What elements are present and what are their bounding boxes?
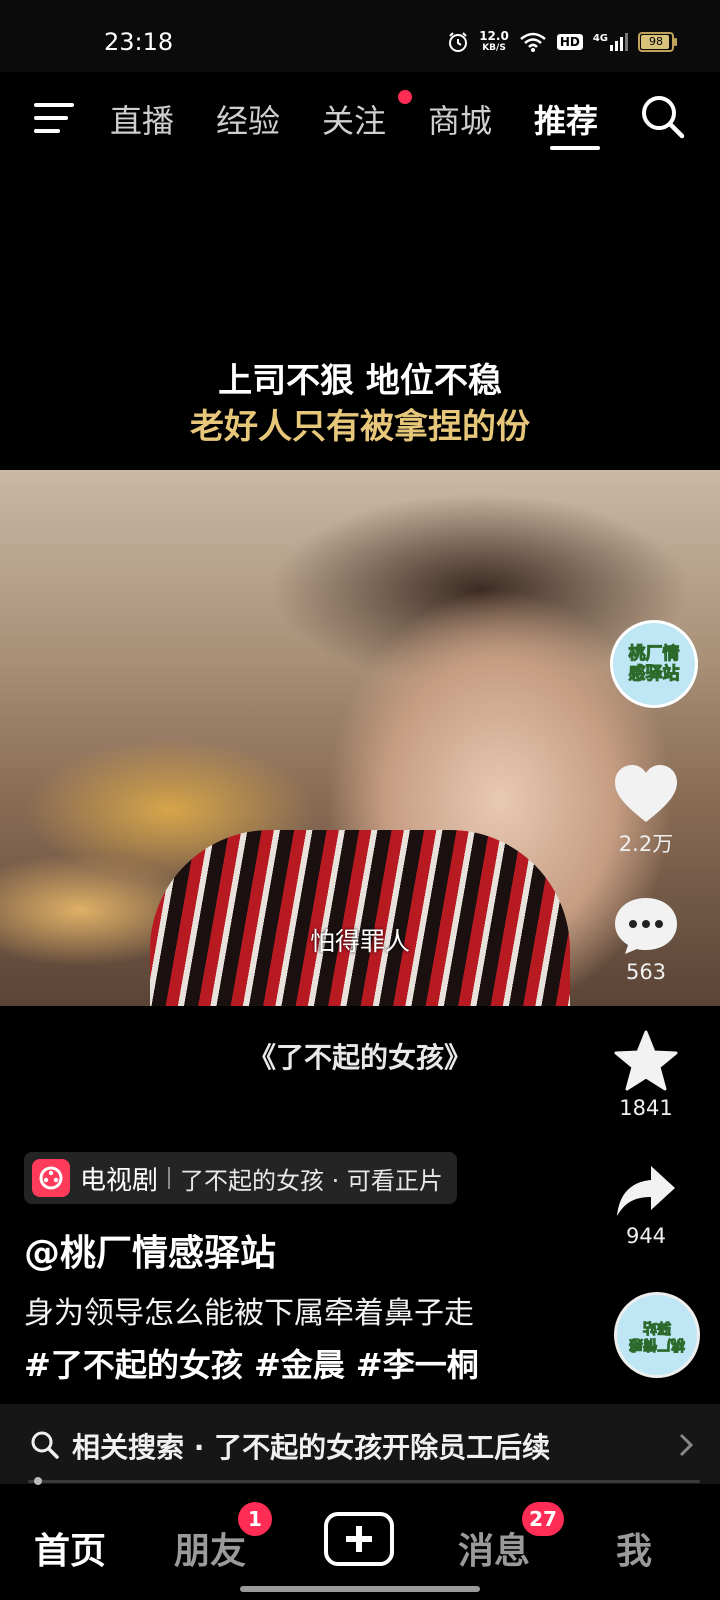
favorite-button[interactable]: 1841 <box>610 1030 682 1120</box>
drama-tag-icon <box>32 1159 70 1197</box>
caption-line-1: 上司不狠 地位不稳 <box>218 361 502 401</box>
bottom-tab-bar: 首页 朋友 1 消息 27 我 <box>0 1490 720 1600</box>
messages-badge: 27 <box>522 1502 564 1536</box>
author-name[interactable]: @桃厂情感驿站 <box>24 1224 276 1276</box>
star-icon <box>614 1030 678 1091</box>
active-tab-indicator <box>550 146 600 150</box>
tab-experience[interactable]: 经验 <box>216 96 280 142</box>
share-icon <box>617 1166 675 1216</box>
comment-icon <box>615 898 677 954</box>
plus-icon <box>346 1526 372 1552</box>
share-count: 944 <box>625 1224 667 1248</box>
author-avatar[interactable]: 桃厂情感驿站 <box>610 620 698 708</box>
alarm-icon <box>449 32 468 52</box>
heart-icon <box>615 765 677 822</box>
tab-home[interactable]: 首页 <box>34 1522 106 1574</box>
menu-icon[interactable] <box>34 102 76 134</box>
status-icons: 12.0 KB/S HD 4G 98 <box>447 30 677 54</box>
video-caption: 上司不狠 地位不稳 老好人只有被拿捏的份 <box>0 358 720 450</box>
search-icon[interactable] <box>640 94 686 140</box>
friends-badge: 1 <box>238 1502 272 1536</box>
hd-badge: HD <box>556 34 583 50</box>
tab-recommend[interactable]: 推荐 <box>534 96 598 142</box>
tab-messages[interactable]: 消息 <box>458 1522 530 1574</box>
tab-friends[interactable]: 朋友 <box>174 1522 246 1574</box>
music-disc-text: 桃厂情感驿站 <box>629 1319 686 1353</box>
avatar-text: 桃厂情感驿站 <box>628 644 680 685</box>
top-nav: 直播 经验 关注 商城 推荐 <box>0 80 720 160</box>
status-time: 23:18 <box>104 28 174 56</box>
status-bar: 23:18 12.0 KB/S HD 4G 98 <box>0 0 720 72</box>
video-hashtags[interactable]: #了不起的女孩 #金晨 #李一桐 <box>24 1340 479 1386</box>
like-button[interactable]: 2.2万 <box>610 764 682 858</box>
signal-label: 4G <box>592 33 608 44</box>
home-indicator[interactable] <box>240 1586 480 1592</box>
network-speed-value: 12.0 <box>479 29 509 43</box>
drama-tag-type: 电视剧 <box>80 1165 159 1196</box>
video-progress-bar[interactable] <box>28 1480 700 1483</box>
wifi-icon <box>520 32 546 52</box>
related-search-text: 相关搜索 · 了不起的女孩开除员工后续 <box>72 1431 551 1464</box>
network-speed: 12.0 KB/S <box>479 30 509 54</box>
comment-button[interactable]: 563 <box>610 896 682 984</box>
tab-me[interactable]: 我 <box>616 1522 652 1574</box>
like-count: 2.2万 <box>618 832 674 856</box>
search-icon <box>31 1431 59 1459</box>
drama-tag-chip[interactable]: 电视剧 了不起的女孩 · 可看正片 <box>24 1152 457 1204</box>
tab-live[interactable]: 直播 <box>110 96 174 142</box>
caption-line-2: 老好人只有被拿捏的份 <box>190 407 530 447</box>
video-description: 身为领导怎么能被下属牵着鼻子走 <box>24 1296 474 1331</box>
share-button[interactable]: 944 <box>610 1162 682 1248</box>
music-disc[interactable]: 桃厂情感驿站 <box>614 1292 700 1378</box>
network-speed-unit: KB/S <box>482 43 506 53</box>
video-progress-handle[interactable] <box>34 1477 42 1485</box>
favorite-count: 1841 <box>619 1096 673 1120</box>
drama-tag-info: 了不起的女孩 · 可看正片 <box>180 1166 443 1195</box>
signal-icon: 4G <box>593 33 628 51</box>
video-scene-sweater <box>150 830 570 1006</box>
tab-following[interactable]: 关注 <box>322 96 386 142</box>
tab-mall[interactable]: 商城 <box>428 96 492 142</box>
tag-divider <box>168 1167 171 1189</box>
battery-level: 98 <box>649 35 663 48</box>
chevron-right-icon <box>679 1433 694 1457</box>
create-button[interactable] <box>324 1512 394 1566</box>
related-search-bar[interactable]: 相关搜索 · 了不起的女孩开除员工后续 <box>0 1404 720 1484</box>
following-notification-dot <box>398 90 412 104</box>
comment-count: 563 <box>625 960 667 984</box>
battery-icon: 98 <box>638 32 677 52</box>
